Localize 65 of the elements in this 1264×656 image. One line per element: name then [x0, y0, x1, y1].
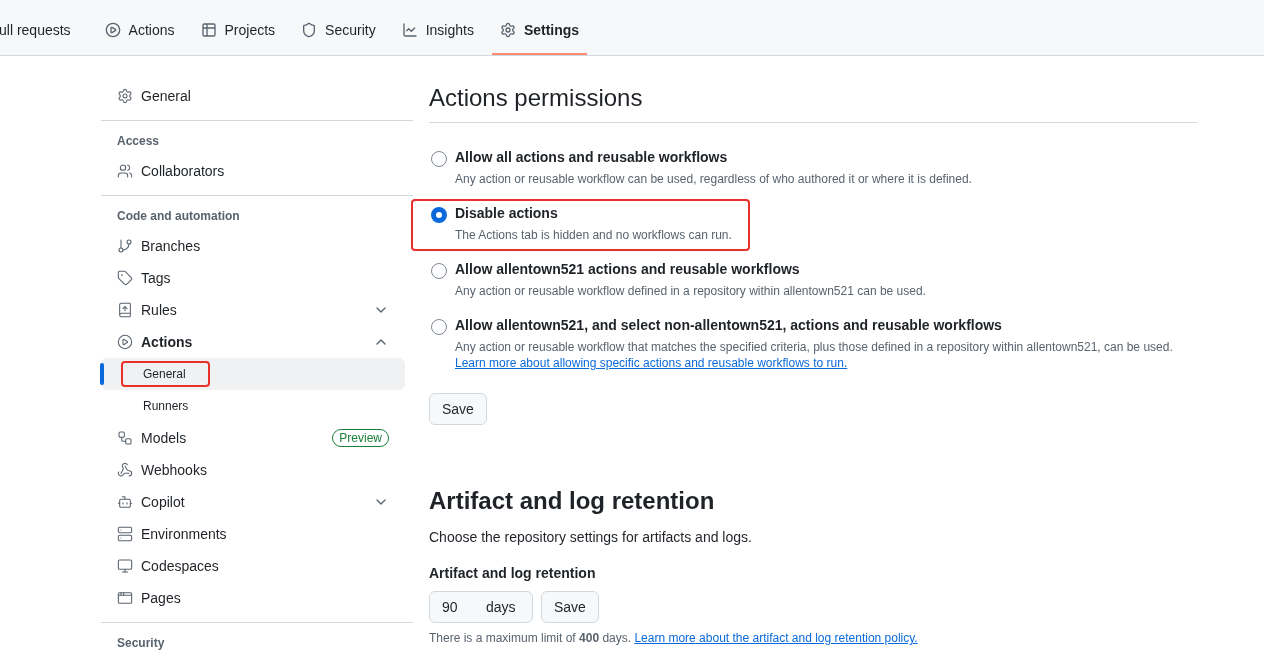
field-label: Artifact and log retention — [429, 565, 597, 581]
sidebar-item[interactable]: Tags — [101, 262, 405, 294]
save-button[interactable]: Save — [541, 591, 599, 623]
webhook-icon — [117, 462, 133, 478]
tag-icon — [117, 270, 133, 286]
repo-tab[interactable]: Projects — [192, 7, 284, 55]
sidebar-item[interactable]: Collaborators — [101, 155, 405, 187]
radio-button[interactable] — [431, 151, 447, 167]
sidebar-item[interactable]: Pages — [101, 582, 405, 614]
sidebar-item[interactable]: Codespaces — [101, 550, 405, 582]
gear-icon — [499, 22, 516, 38]
table-icon — [200, 22, 217, 38]
repo-tab[interactable]: Actions — [96, 7, 183, 55]
sidebar-subitem[interactable]: General — [121, 361, 210, 387]
option-description: Any action or reusable workflow that matches the specified criteria, plus those defined in a repository within allentown521, can be used. Learn more about allowing specific actions and reusable workflows to run. — [455, 339, 1174, 371]
sidebar-heading: Code and automation — [116, 208, 241, 225]
repo-tab[interactable]: Security — [293, 7, 384, 55]
bot-icon — [117, 494, 133, 510]
save-button[interactable]: Save — [429, 393, 487, 425]
option-description: Any action or reusable workflow can be used, regardless of who authored it or where it is defined. — [455, 171, 972, 187]
sidebar-item[interactable]: Branches — [101, 230, 405, 262]
nodes-icon — [117, 430, 133, 446]
days-input[interactable]: 90 — [442, 599, 482, 615]
gear-icon — [117, 88, 133, 104]
option-description: The Actions tab is hidden and no workflows can run. — [455, 227, 732, 243]
sidebar-item[interactable]: Copilot — [101, 486, 405, 518]
option-label: Allow allentown521, and select non-allentown521, actions and reusable workflows — [455, 317, 1003, 333]
section-title: Actions permissions — [429, 84, 1197, 123]
option-label: Disable actions — [455, 205, 559, 221]
section-description: Choose the repository settings for artifacts and logs. — [429, 529, 753, 545]
limit-note: There is a maximum limit of 400 days. — [429, 631, 632, 645]
radio-button[interactable] — [431, 207, 447, 223]
branch-icon — [117, 238, 133, 254]
play-circle-icon — [117, 334, 133, 350]
learn-more-link[interactable]: Learn more about allowing specific actions and reusable workflows to run. — [455, 356, 848, 370]
shield-icon — [301, 22, 318, 38]
option-description: Any action or reusable workflow defined in a repository within allentown521 can be used. — [455, 283, 926, 299]
sidebar-item[interactable]: Environments — [101, 518, 405, 550]
days-suffix: days — [486, 599, 516, 615]
selection-bar — [100, 363, 104, 385]
server-icon — [117, 526, 133, 542]
option-label: Allow all actions and reusable workflows — [455, 149, 729, 165]
play-circle-icon — [104, 22, 121, 38]
learn-more-link[interactable]: Learn more about the artifact and log retention policy. — [634, 631, 918, 645]
repo-tab[interactable]: Insights — [393, 7, 482, 55]
sidebar-heading: Access — [116, 133, 161, 150]
monitor-icon — [117, 558, 133, 574]
sidebar-item[interactable]: General — [101, 80, 405, 112]
radio-button[interactable] — [431, 263, 447, 279]
sidebar-item[interactable]: Webhooks — [101, 454, 405, 486]
days-input-field[interactable]: 90 days — [429, 591, 533, 623]
section-title: Artifact and log retention — [429, 487, 716, 515]
sidebar-heading: Security — [116, 635, 166, 652]
repo-tab[interactable]: ull requests — [0, 7, 79, 55]
sidebar-subitem[interactable]: Runners — [121, 393, 213, 419]
rules-icon — [117, 302, 133, 318]
window-icon — [117, 590, 133, 606]
sidebar-item[interactable]: Rules — [101, 294, 405, 326]
sidebar-item[interactable]: Models Preview — [101, 422, 405, 454]
sidebar-item[interactable]: Actions — [101, 326, 405, 358]
line-chart-icon — [401, 22, 418, 38]
radio-button[interactable] — [431, 319, 447, 335]
people-icon — [117, 163, 133, 179]
repo-tab[interactable]: Settings — [491, 7, 588, 55]
option-label: Allow allentown521 actions and reusable workflows — [455, 261, 801, 277]
